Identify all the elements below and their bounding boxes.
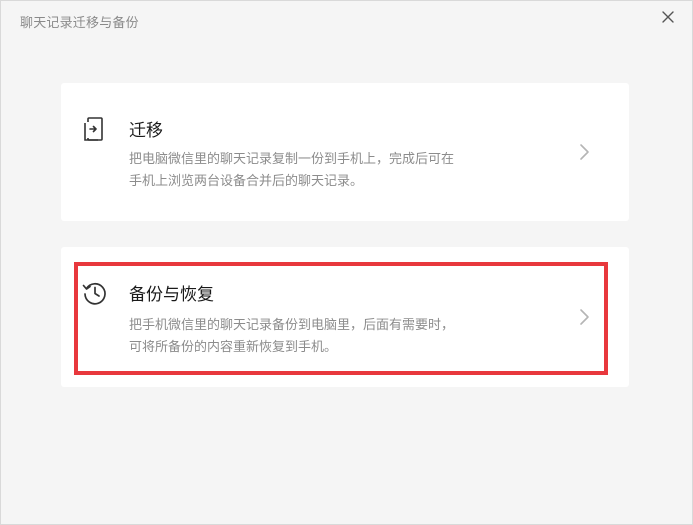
backup-restore-card[interactable]: 备份与恢复 把手机微信里的聊天记录备份到电脑里，后面有需要时， 可将所备份的内容… [61,247,629,387]
dialog-title: 聊天记录迁移与备份 [20,16,139,31]
dialog-window: 聊天记录迁移与备份 迁移 把电脑微信里的聊天记录复制一份到手机上，完成后可在 手… [0,0,693,525]
migrate-title: 迁移 [129,121,163,141]
backup-desc-line2: 可将所备份的内容重新恢复到手机。 [129,340,338,355]
migrate-description: 把电脑微信里的聊天记录复制一份到手机上，完成后可在 手机上浏览两台设备合并后的聊… [129,149,549,193]
migrate-desc-line1: 把电脑微信里的聊天记录复制一份到手机上，完成后可在 [129,152,455,167]
chevron-right-icon [580,144,589,160]
backup-desc-line1: 把手机微信里的聊天记录备份到电脑里，后面有需要时， [129,318,455,333]
backup-restore-description: 把手机微信里的聊天记录备份到电脑里，后面有需要时， 可将所备份的内容重新恢复到手… [129,315,549,359]
chevron-right-icon [580,309,589,325]
backup-restore-title: 备份与恢复 [129,285,214,305]
history-clock-icon [82,282,106,305]
migrate-card[interactable]: 迁移 把电脑微信里的聊天记录复制一份到手机上，完成后可在 手机上浏览两台设备合并… [61,83,629,221]
phone-import-icon [84,117,103,141]
migrate-desc-line2: 手机上浏览两台设备合并后的聊天记录。 [129,174,364,189]
close-icon [662,11,674,23]
close-button[interactable] [657,6,679,28]
